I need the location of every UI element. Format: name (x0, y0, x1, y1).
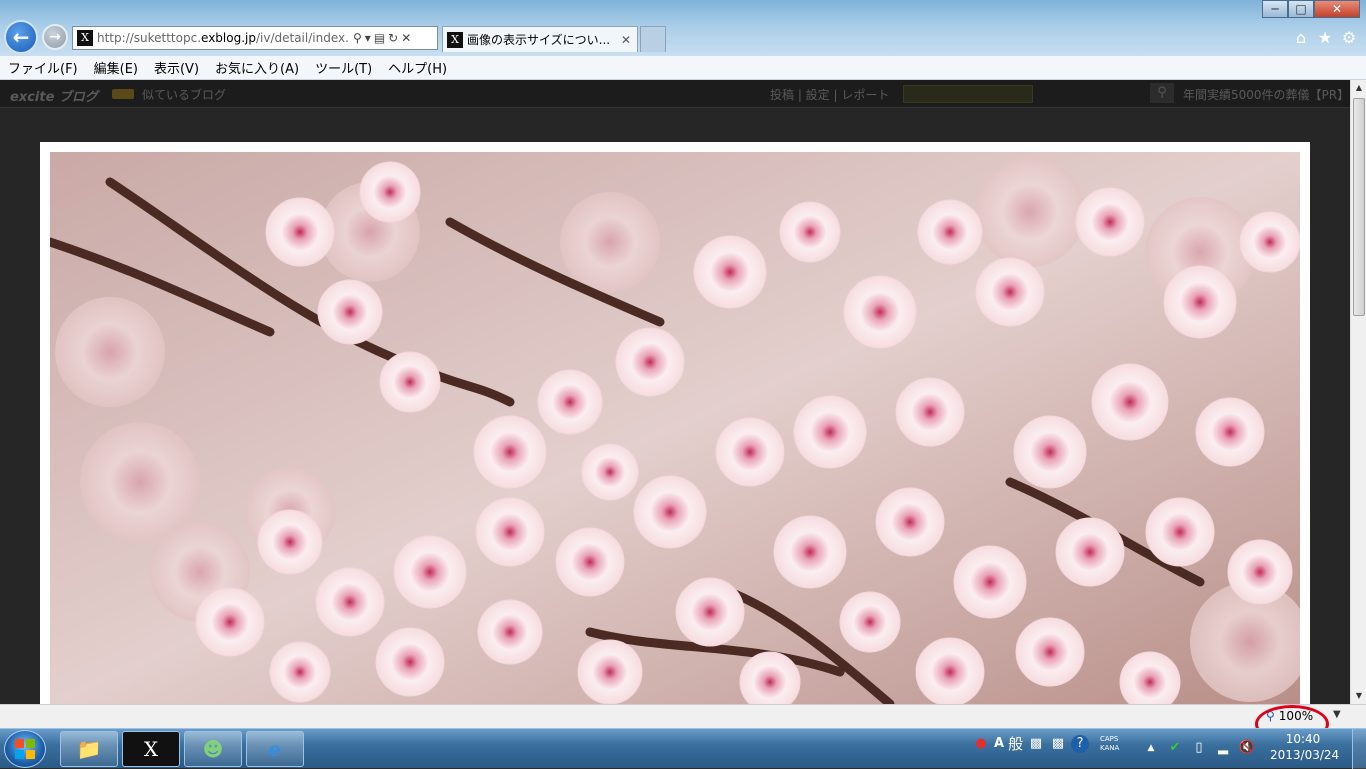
similar-blogs-link[interactable]: 似ているブログ (142, 86, 226, 103)
new-badge (112, 89, 134, 99)
ime-dictionary-icon[interactable]: ▩ (1027, 735, 1045, 753)
browser-titlebar: ← → X http://suketttopc.exblog.jp/iv/det… (0, 0, 1366, 56)
site-favicon: X (77, 30, 93, 46)
caps-kana-indicator: CAPS KANA (1100, 735, 1120, 752)
menu-tools[interactable]: ツール(T) (307, 58, 380, 77)
address-bar[interactable]: X http://suketttopc.exblog.jp/iv/detail/… (72, 26, 438, 50)
address-url[interactable]: http://suketttopc.exblog.jp/iv/detail/in… (97, 31, 349, 45)
show-desktop-button[interactable] (1352, 729, 1366, 769)
gear-icon[interactable]: ⚙ (1339, 28, 1359, 48)
forward-button[interactable]: → (42, 24, 68, 50)
search-icon[interactable]: ⚲ (353, 31, 362, 45)
tray-expand-icon[interactable]: ▲ (1142, 739, 1160, 757)
header-search-input[interactable] (903, 85, 1033, 103)
minimize-button[interactable]: ─ (1262, 0, 1288, 18)
menu-bar: ファイル(F) 編集(E) 表示(V) お気に入り(A) ツール(T) ヘルプ(… (0, 56, 1366, 80)
stop-icon[interactable]: ✕ (401, 31, 411, 45)
windows-logo-icon (15, 739, 35, 759)
zoom-dropdown-icon[interactable]: ▼ (1333, 709, 1341, 720)
taskbar-excite-app[interactable]: X (122, 731, 180, 767)
menu-edit[interactable]: 編集(E) (86, 58, 146, 77)
help-icon[interactable]: ? (1071, 734, 1090, 753)
scroll-down-icon[interactable]: ▼ (1351, 688, 1366, 704)
clock-time: 10:40 (1285, 732, 1321, 746)
page-content: excite ブログ 似ているブログ 投稿 | 設定 | レポート ⚲ 年間実績… (0, 80, 1350, 704)
volume-muted-icon[interactable]: 🔇 (1238, 739, 1256, 757)
tab-label: 画像の表示サイズについ... (467, 33, 611, 47)
scrollbar-thumb[interactable] (1353, 98, 1365, 316)
people-icon: ☻ (202, 737, 224, 761)
ie-logo-icon: e (268, 737, 282, 761)
menu-file[interactable]: ファイル(F) (0, 58, 86, 77)
pr-ad-link[interactable]: 年間実績5000件の葬儀【PR】 (1183, 86, 1349, 103)
status-bar: ⚲ 100% ▼ (0, 704, 1366, 743)
menu-view[interactable]: 表示(V) (146, 58, 207, 77)
photo-frame (40, 142, 1310, 704)
tab-favicon: X (447, 31, 463, 48)
scroll-up-icon[interactable]: ▲ (1351, 80, 1366, 96)
taskbar-explorer[interactable]: 📁 (60, 731, 118, 767)
ime-mode[interactable]: A (994, 736, 1004, 751)
menu-favorites[interactable]: お気に入り(A) (207, 58, 307, 77)
maximize-button[interactable]: □ (1288, 0, 1314, 18)
vertical-scrollbar[interactable]: ▲ ▼ (1350, 80, 1366, 704)
refresh-icon[interactable]: ↻ (388, 31, 398, 45)
device-icon[interactable]: ▯ (1190, 739, 1208, 757)
compat-view-icon[interactable]: ▤ (374, 31, 385, 45)
ime-kanji[interactable]: 般 (1008, 733, 1023, 754)
folder-icon: 📁 (76, 737, 102, 761)
search-icon[interactable]: ⚲ (1150, 83, 1174, 103)
home-icon[interactable]: ⌂ (1291, 28, 1311, 48)
excite-x-icon: X (143, 737, 159, 761)
system-tray: ● A 般 ▩ ▩ ? (972, 733, 1090, 754)
tab-active[interactable]: X 画像の表示サイズについ... ✕ (442, 26, 638, 52)
excite-header: excite ブログ 似ているブログ 投稿 | 設定 | レポート ⚲ 年間実績… (0, 80, 1350, 108)
network-check-icon[interactable]: ✔ (1166, 739, 1184, 757)
ime-toolbar-icon[interactable]: ● (972, 735, 990, 753)
dropdown-icon[interactable]: ▾ (365, 31, 371, 45)
ime-tools-icon[interactable]: ▩ (1049, 735, 1067, 753)
header-links[interactable]: 投稿 | 設定 | レポート (770, 86, 889, 103)
arrow-right-icon: → (49, 29, 61, 45)
favorites-star-icon[interactable]: ★ (1315, 28, 1335, 48)
clock-date: 2013/03/24 (1270, 748, 1340, 762)
start-button[interactable] (4, 730, 46, 768)
taskbar-ie[interactable]: e (246, 731, 304, 767)
windows-taskbar: 📁 X ☻ e ● A 般 ▩ ▩ ? CAPS KANA ▲ ✔ ▯ ▂ 🔇 … (0, 728, 1366, 769)
close-tab-icon[interactable]: ✕ (621, 33, 631, 47)
taskbar-messenger[interactable]: ☻ (184, 731, 242, 767)
clock[interactable]: 10:40 2013/03/24 (1270, 731, 1340, 763)
signal-icon[interactable]: ▂ (1214, 739, 1232, 757)
new-tab-button[interactable] (640, 26, 666, 52)
excite-logo[interactable]: excite ブログ (10, 86, 98, 105)
cherry-blossom-photo (50, 152, 1300, 704)
close-window-button[interactable]: ✕ (1314, 0, 1360, 18)
menu-help[interactable]: ヘルプ(H) (380, 58, 455, 77)
arrow-left-icon: ← (12, 25, 30, 49)
back-button[interactable]: ← (4, 20, 38, 54)
